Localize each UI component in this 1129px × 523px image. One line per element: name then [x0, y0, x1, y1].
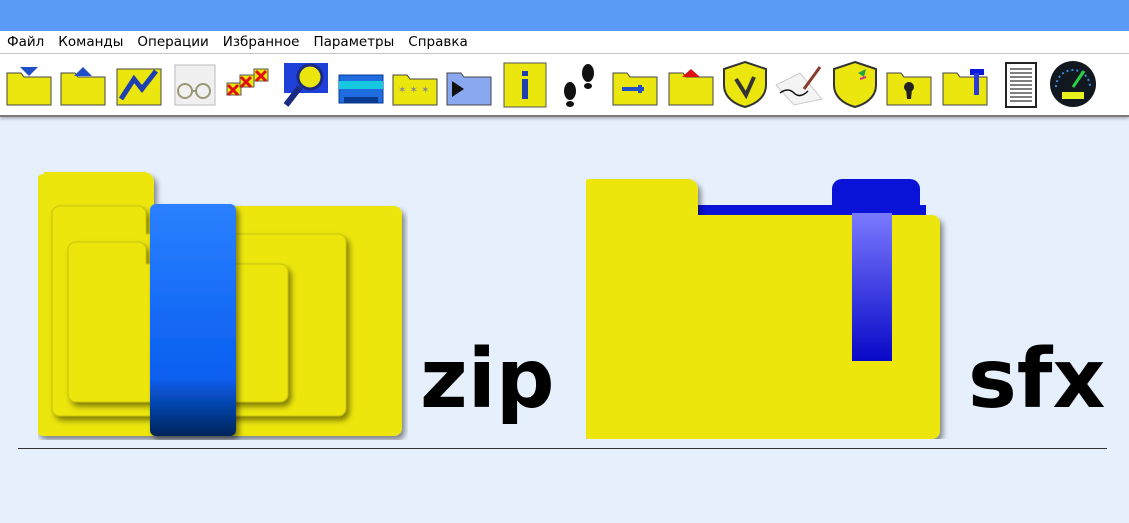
virus-scan-icon: [723, 60, 767, 109]
sfx-icon: [942, 69, 988, 106]
folder-up-icon: [668, 69, 714, 106]
menu-options[interactable]: Параметры: [306, 31, 401, 53]
zip-folder-icon: [36, 172, 402, 436]
report-icon: [1005, 62, 1037, 108]
footprints-icon: [564, 64, 594, 107]
menu-bar: Файл Команды Операции Избранное Параметр…: [0, 31, 1129, 54]
virus-scan-button[interactable]: [720, 59, 770, 109]
comment-icon: [775, 66, 823, 106]
zip-archive-button[interactable]: [36, 170, 408, 440]
info-icon-stars: ✶ ✶ ✶: [392, 74, 438, 106]
main-area: zip sfx: [0, 117, 1129, 523]
toolbar: ✶ ✶ ✶: [0, 54, 1129, 117]
wizard-icon: [338, 74, 384, 104]
extract-icon: [60, 67, 106, 106]
protect-icon: [833, 60, 877, 109]
repair-folder-icon: [612, 72, 658, 106]
sfx-button[interactable]: [940, 59, 990, 109]
divider: [18, 448, 1107, 449]
wizard-button[interactable]: [336, 59, 386, 109]
info-button[interactable]: [500, 59, 550, 109]
test-button[interactable]: [114, 59, 164, 109]
menu-commands[interactable]: Команды: [51, 31, 130, 53]
menu-help[interactable]: Справка: [401, 31, 474, 53]
find-icon: [283, 63, 328, 107]
delete-icon: [226, 68, 269, 97]
svg-text:✶ ✶ ✶: ✶ ✶ ✶: [398, 85, 430, 96]
add-to-archive-button[interactable]: [4, 59, 54, 109]
zip-label: zip: [420, 332, 555, 427]
sfx-label: sfx: [968, 332, 1106, 427]
sfx-archive-button[interactable]: [580, 177, 948, 439]
sfx-folder-icon: [580, 179, 940, 439]
title-bar: [0, 0, 1129, 31]
add-to-archive-icon: [6, 67, 52, 106]
find-button[interactable]: [280, 59, 330, 109]
benchmark-icon: [1050, 61, 1096, 107]
favorites-button[interactable]: ✶ ✶ ✶: [390, 59, 440, 109]
delete-button[interactable]: [224, 59, 274, 109]
menu-favorites[interactable]: Избранное: [216, 31, 307, 53]
menu-operations[interactable]: Операции: [130, 31, 215, 53]
repair-button[interactable]: [610, 59, 660, 109]
lock-icon: [886, 72, 932, 106]
lock-button[interactable]: [884, 59, 934, 109]
convert-button[interactable]: [444, 59, 494, 109]
protect-button[interactable]: [830, 59, 880, 109]
report-button[interactable]: [996, 59, 1046, 109]
folder-up-button[interactable]: [666, 59, 716, 109]
benchmark-button[interactable]: [1048, 59, 1098, 109]
test-icon: [116, 68, 162, 106]
footprints-button[interactable]: [556, 59, 606, 109]
extract-button[interactable]: [58, 59, 108, 109]
info-icon: [503, 62, 547, 108]
comment-button[interactable]: [774, 59, 824, 109]
menu-file[interactable]: Файл: [0, 31, 51, 53]
view-button[interactable]: [170, 59, 220, 109]
view-icon: [174, 64, 216, 106]
folder-arrow-icon: [446, 72, 492, 106]
